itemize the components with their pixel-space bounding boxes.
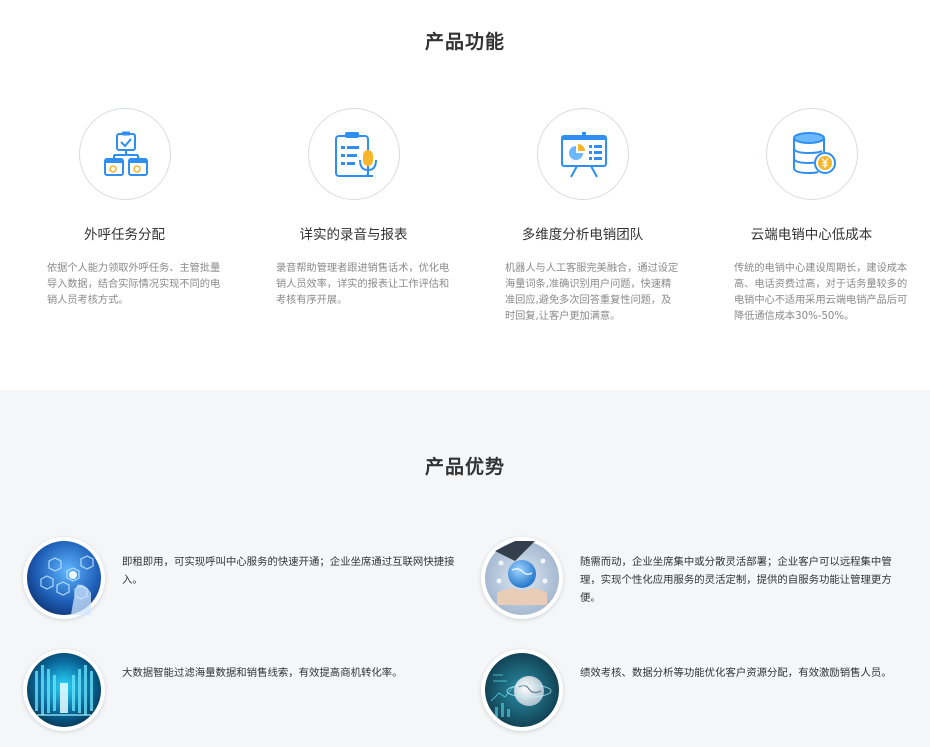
advantage-thumb xyxy=(481,649,563,731)
advantage-thumb xyxy=(23,649,105,731)
feature-icon-circle xyxy=(536,108,629,200)
feature-desc: 录音帮助管理者跟进销售话术，优化电销人员效率，详实的报表让工作评估和考核有序开展… xyxy=(276,263,450,306)
task-assign-icon xyxy=(103,131,148,176)
advantage-item: 随需而动，企业坐席集中或分散灵活部署；企业客户可以远程集中管理，实现个性化应用服… xyxy=(481,537,911,621)
advantage-item: 绩效考核、数据分析等功能优化客户资源分配，有效激励销售人员。 xyxy=(481,649,911,733)
advantages-title: 产品优势 xyxy=(424,456,505,478)
product-functions-section: 产品功能 外呼任务分配 依据个人能力领取外呼任务、主管批量导入数据，结合实际情况… xyxy=(0,0,930,390)
advantage-text: 大数据智能过滤海量数据和销售线索，有效提高商机转化率。 xyxy=(122,667,403,679)
feature-desc: 传统的电销中心建设周期长，建设成本高、电话资费过高，对于话务量较多的电销中心不适… xyxy=(734,263,908,322)
advantage-text: 绩效考核、数据分析等功能优化客户资源分配，有效激励销售人员。 xyxy=(580,667,892,679)
feature-name: 详实的录音与报表 xyxy=(299,227,408,243)
recording-report-icon xyxy=(334,132,377,177)
functions-title: 产品功能 xyxy=(424,31,505,53)
feature-icon-circle xyxy=(765,108,858,200)
advantage-item: 即租即用，可实现呼叫中心服务的快速开通；企业坐席通过互联网快捷接入。 xyxy=(23,537,463,621)
feature-name: 多维度分析电销团队 xyxy=(521,227,644,243)
database-cost-icon xyxy=(792,132,836,175)
feature-name: 云端电销中心低成本 xyxy=(750,227,873,243)
data-server-image xyxy=(27,653,101,727)
globe-hands-image xyxy=(485,541,559,615)
product-advantages-section: 产品优势 即租即用，可实现呼叫中心服务的快速开通；企业坐席通过互联网快捷接入。 … xyxy=(0,390,930,747)
advantage-thumb xyxy=(23,537,105,619)
advantage-thumb xyxy=(481,537,563,619)
feature-icon-circle xyxy=(307,108,400,200)
network-touch-image xyxy=(27,541,101,615)
advantage-text: 随需而动，企业坐席集中或分散灵活部署；企业客户可以远程集中管理，实现个性化应用服… xyxy=(580,556,892,604)
analysis-board-icon xyxy=(560,132,607,178)
digital-globe-image xyxy=(485,653,559,727)
feature-name: 外呼任务分配 xyxy=(84,227,165,243)
advantage-text: 即租即用，可实现呼叫中心服务的快速开通；企业坐席通过互联网快捷接入。 xyxy=(122,556,455,586)
feature-icon-circle xyxy=(78,108,171,200)
feature-desc: 依据个人能力领取外呼任务、主管批量导入数据，结合实际情况实现不同的电销人员考核方… xyxy=(47,263,221,306)
advantage-item: 大数据智能过滤海量数据和销售线索，有效提高商机转化率。 xyxy=(23,649,463,733)
feature-desc: 机器人与人工客服完美融合，通过设定海量词条,准确识别用户问题，快速精准回应,避免… xyxy=(505,263,679,322)
